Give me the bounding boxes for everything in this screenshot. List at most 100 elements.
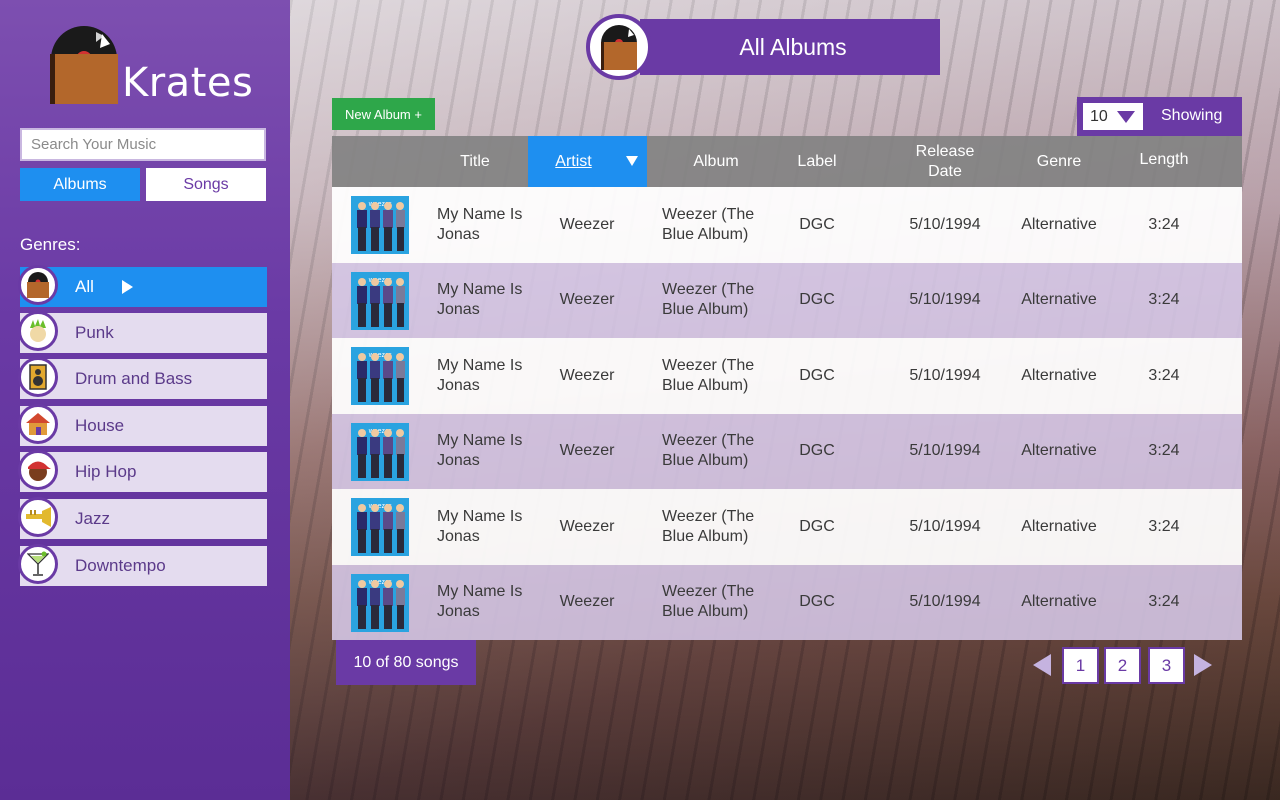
- page-size-value: 10: [1090, 107, 1108, 125]
- cell-label: DGC: [799, 442, 835, 460]
- cell-label: DGC: [799, 517, 835, 535]
- cell-artist: Weezer: [559, 215, 615, 233]
- cell-release-date: 5/10/1994: [909, 366, 981, 384]
- albums-tab[interactable]: Albums: [20, 168, 140, 201]
- cell-length: 3:24: [1148, 517, 1180, 535]
- album-art: weezer: [351, 347, 409, 405]
- cell-length: 3:24: [1148, 593, 1180, 611]
- cell-artist: Weezer: [559, 442, 615, 460]
- cell-title: My Name Is Jonas: [437, 507, 523, 545]
- genre-label: All: [75, 277, 94, 296]
- cell-release-date: 5/10/1994: [909, 593, 981, 611]
- sidebar: Krates Albums Songs Genres: All Punk Dru…: [0, 0, 290, 800]
- cell-genre: Alternative: [1021, 215, 1097, 233]
- cell-album: Weezer (The Blue Album): [662, 583, 755, 621]
- genre-label: Downtempo: [75, 556, 166, 575]
- cell-genre: Alternative: [1021, 366, 1097, 384]
- cell-album: Weezer (The Blue Album): [662, 281, 755, 319]
- column-header-artist-label: Artist: [555, 152, 592, 170]
- next-page-icon[interactable]: [1194, 654, 1212, 676]
- showing-control: 10 Showing: [1077, 97, 1242, 136]
- cap-face-icon: [18, 450, 58, 490]
- cell-genre: Alternative: [1021, 291, 1097, 309]
- play-icon: [122, 280, 133, 294]
- albums-table: Title Artist Album Label Release Date Ge…: [332, 136, 1242, 640]
- page-button-1[interactable]: 1: [1062, 647, 1099, 684]
- cell-label: DGC: [799, 366, 835, 384]
- cell-length: 3:24: [1148, 215, 1180, 233]
- new-album-button[interactable]: New Album +: [332, 98, 435, 130]
- column-header-release-date[interactable]: Release Date: [900, 136, 990, 187]
- genre-label: Drum and Bass: [75, 369, 193, 388]
- genre-item-downtempo[interactable]: Downtempo: [18, 544, 267, 586]
- genre-label: Punk: [75, 323, 114, 342]
- genre-item-drum-and-bass[interactable]: Drum and Bass: [18, 357, 267, 399]
- page-size-select[interactable]: 10: [1083, 103, 1143, 130]
- column-header-album[interactable]: Album: [662, 136, 770, 187]
- column-header-title[interactable]: Title: [427, 136, 523, 187]
- cell-title: My Name Is Jonas: [437, 205, 523, 243]
- column-header-artist[interactable]: Artist: [528, 136, 647, 187]
- page-title: All Albums: [640, 19, 940, 75]
- trumpet-icon: [18, 497, 58, 537]
- genre-item-all[interactable]: All: [18, 265, 267, 307]
- chevron-down-icon: [1117, 111, 1135, 123]
- app-logo[interactable]: Krates: [48, 26, 258, 106]
- album-art: weezer: [351, 271, 409, 330]
- cell-length: 3:24: [1148, 366, 1180, 384]
- table-body: weezer My Name Is Jonas Weezer Weezer (The …: [332, 187, 1242, 640]
- column-header-label[interactable]: Label: [777, 136, 857, 187]
- cell-release-date: 5/10/1994: [909, 215, 981, 233]
- genre-item-punk[interactable]: Punk: [18, 311, 267, 353]
- cell-label: DGC: [799, 291, 835, 309]
- cell-title: My Name Is Jonas: [437, 281, 523, 319]
- album-art: weezer: [351, 573, 409, 632]
- album-art: weezer: [351, 422, 409, 481]
- cell-length: 3:24: [1148, 442, 1180, 460]
- genres-heading: Genres:: [20, 235, 81, 254]
- page-button-3[interactable]: 3: [1148, 647, 1185, 684]
- app-name: Krates: [122, 60, 254, 106]
- genre-label: Hip Hop: [75, 462, 137, 481]
- showing-label: Showing: [1161, 107, 1223, 124]
- cell-title: My Name Is Jonas: [437, 432, 523, 470]
- result-count: 10 of 80 songs: [336, 640, 476, 685]
- page-button-2[interactable]: 2: [1104, 647, 1141, 684]
- table-row[interactable]: weezer My Name Is Jonas Weezer Weezer (The …: [332, 187, 1242, 263]
- cell-title: My Name Is Jonas: [437, 583, 523, 621]
- cell-album: Weezer (The Blue Album): [662, 205, 755, 243]
- songs-tab[interactable]: Songs: [146, 168, 266, 201]
- cell-artist: Weezer: [559, 291, 615, 309]
- table-row[interactable]: weezer My Name Is Jonas Weezer Weezer (The …: [332, 564, 1242, 640]
- cell-title: My Name Is Jonas: [437, 356, 523, 394]
- column-header-genre[interactable]: Genre: [1012, 136, 1106, 187]
- genre-label: House: [75, 416, 125, 435]
- previous-page-icon[interactable]: [1033, 654, 1051, 676]
- cell-genre: Alternative: [1021, 517, 1097, 535]
- column-header-length[interactable]: Length: [1122, 134, 1206, 185]
- record-crate-icon: [18, 265, 58, 305]
- record-crate-icon: [50, 26, 118, 104]
- table-row[interactable]: weezer My Name Is Jonas Weezer Weezer (The …: [332, 489, 1242, 565]
- record-crate-icon: [586, 14, 652, 80]
- column-header-art: [332, 136, 427, 187]
- genre-item-hip-hop[interactable]: Hip Hop: [18, 450, 267, 492]
- house-icon: [18, 404, 58, 444]
- cell-label: DGC: [799, 215, 835, 233]
- search-input[interactable]: [20, 128, 266, 161]
- cocktail-icon: [18, 544, 58, 584]
- cell-label: DGC: [799, 593, 835, 611]
- cell-genre: Alternative: [1021, 593, 1097, 611]
- cell-genre: Alternative: [1021, 442, 1097, 460]
- table-row[interactable]: weezer My Name Is Jonas Weezer Weezer (The …: [332, 413, 1242, 489]
- cell-artist: Weezer: [559, 593, 615, 611]
- genre-item-jazz[interactable]: Jazz: [18, 497, 267, 539]
- genre-label: Jazz: [75, 509, 110, 528]
- table-row[interactable]: weezer My Name Is Jonas Weezer Weezer (The …: [332, 262, 1242, 338]
- cell-length: 3:24: [1148, 291, 1180, 309]
- genre-item-house[interactable]: House: [18, 404, 267, 446]
- table-row[interactable]: weezer My Name Is Jonas Weezer Weezer (The …: [332, 338, 1242, 414]
- cell-release-date: 5/10/1994: [909, 291, 981, 309]
- album-art: weezer: [351, 196, 409, 254]
- table-header: Title Artist Album Label Release Date Ge…: [332, 136, 1242, 187]
